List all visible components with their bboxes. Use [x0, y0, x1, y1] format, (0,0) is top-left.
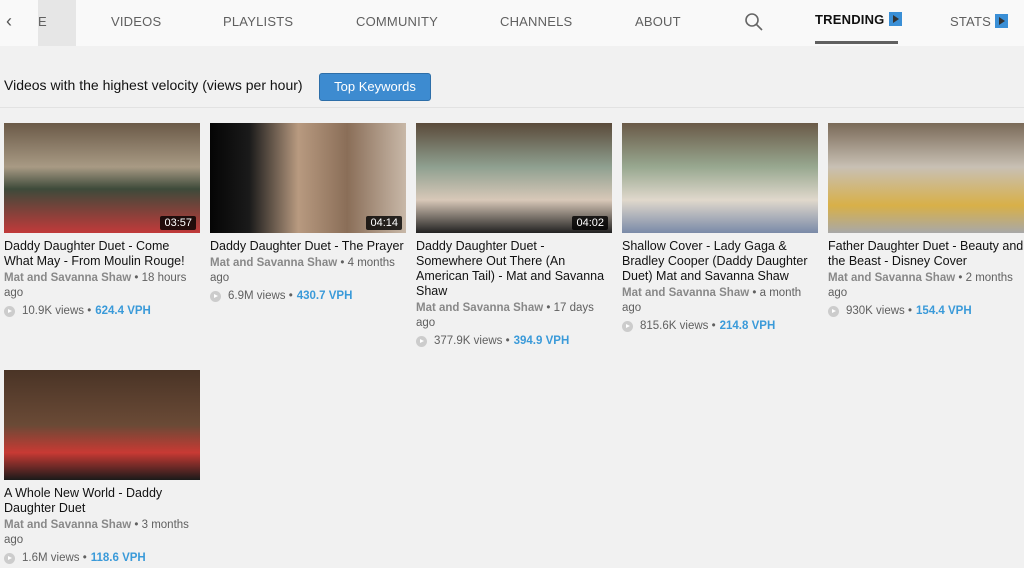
video-card[interactable]: 03:57 Daddy Daughter Duet - Come What Ma… — [4, 123, 200, 317]
view-count: 1.6M views • — [22, 552, 87, 564]
video-card[interactable]: Shallow Cover - Lady Gaga & Bradley Coop… — [622, 123, 818, 332]
video-title[interactable]: A Whole New World - Daddy Daughter Duet — [4, 486, 200, 516]
play-circle-icon — [4, 552, 15, 564]
vph-value: 214.8 VPH — [719, 320, 776, 332]
tab-channels[interactable]: CHANNELS — [500, 14, 572, 29]
video-card[interactable]: 04:02 Daddy Daughter Duet - Somewhere Ou… — [416, 123, 612, 347]
video-title[interactable]: Father Daughter Duet - Beauty and the Be… — [828, 239, 1024, 269]
tab-trending-label: TRENDING — [815, 12, 885, 27]
video-duration: 04:14 — [366, 216, 402, 230]
vph-value: 430.7 VPH — [296, 290, 353, 302]
channel-nav: ‹ E VIDEOS PLAYLISTS COMMUNITY CHANNELS … — [0, 0, 1024, 46]
video-thumbnail[interactable] — [4, 370, 200, 480]
view-count: 377.9K views • — [434, 335, 510, 347]
video-stats: 10.9K views • 624.4 VPH — [4, 305, 200, 317]
video-card[interactable]: A Whole New World - Daddy Daughter Duet … — [4, 370, 200, 564]
video-thumbnail[interactable]: 04:02 — [416, 123, 612, 233]
play-circle-icon — [622, 320, 633, 332]
video-duration: 03:57 — [160, 216, 196, 230]
top-keywords-button[interactable]: Top Keywords — [319, 73, 431, 101]
video-duration: 04:02 — [572, 216, 608, 230]
video-thumbnail[interactable]: 03:57 — [4, 123, 200, 233]
video-stats: 815.6K views • 214.8 VPH — [622, 320, 818, 332]
video-meta: Mat and Savanna Shaw • 3 months ago — [4, 518, 200, 548]
channel-name[interactable]: Mat and Savanna Shaw — [4, 272, 131, 284]
view-count: 10.9K views • — [22, 305, 92, 317]
video-meta: Mat and Savanna Shaw • a month ago — [622, 286, 818, 316]
video-title[interactable]: Daddy Daughter Duet - The Prayer — [210, 239, 406, 254]
video-meta: Mat and Savanna Shaw • 2 months ago — [828, 271, 1024, 301]
video-title[interactable]: Shallow Cover - Lady Gaga & Bradley Coop… — [622, 239, 818, 284]
video-stats: 6.9M views • 430.7 VPH — [210, 290, 406, 302]
video-stats: 1.6M views • 118.6 VPH — [4, 552, 200, 564]
vph-value: 394.9 VPH — [513, 335, 570, 347]
tab-stats[interactable]: STATS — [950, 14, 1008, 29]
video-title[interactable]: Daddy Daughter Duet - Somewhere Out Ther… — [416, 239, 612, 299]
play-circle-icon — [828, 305, 839, 317]
tab-about[interactable]: ABOUT — [635, 14, 681, 29]
video-thumbnail[interactable] — [828, 123, 1024, 233]
channel-name[interactable]: Mat and Savanna Shaw — [4, 519, 131, 531]
play-badge-icon — [994, 14, 1008, 28]
video-stats: 930K views • 154.4 VPH — [828, 305, 1024, 317]
section-heading: Videos with the highest velocity (views … — [4, 77, 303, 93]
channel-name[interactable]: Mat and Savanna Shaw — [416, 302, 543, 314]
channel-name[interactable]: Mat and Savanna Shaw — [210, 257, 337, 269]
chevron-left-icon[interactable]: ‹ — [6, 11, 12, 32]
play-badge-icon — [888, 12, 902, 26]
vph-value: 118.6 VPH — [90, 552, 146, 564]
video-meta: Mat and Savanna Shaw • 4 months ago — [210, 256, 406, 286]
play-circle-icon — [416, 335, 427, 347]
tab-stats-label: STATS — [950, 14, 991, 29]
play-circle-icon — [4, 305, 15, 317]
tab-videos[interactable]: VIDEOS — [111, 14, 161, 29]
view-count: 815.6K views • — [640, 320, 716, 332]
channel-name[interactable]: Mat and Savanna Shaw — [622, 287, 749, 299]
vph-value: 154.4 VPH — [916, 305, 972, 317]
tab-playlists[interactable]: PLAYLISTS — [223, 14, 293, 29]
tab-trending[interactable]: TRENDING — [815, 12, 902, 27]
video-meta: Mat and Savanna Shaw • 17 days ago — [416, 301, 612, 331]
video-meta: Mat and Savanna Shaw • 18 hours ago — [4, 271, 200, 301]
view-count: 930K views • — [846, 305, 913, 317]
search-icon[interactable] — [744, 12, 764, 32]
video-title[interactable]: Daddy Daughter Duet - Come What May - Fr… — [4, 239, 200, 269]
view-count: 6.9M views • — [228, 290, 293, 302]
tab-partial[interactable]: E — [38, 14, 47, 29]
tab-community[interactable]: COMMUNITY — [356, 14, 438, 29]
vph-value: 624.4 VPH — [95, 305, 151, 317]
video-stats: 377.9K views • 394.9 VPH — [416, 335, 612, 347]
video-thumbnail[interactable] — [622, 123, 818, 233]
divider — [0, 107, 1024, 108]
play-circle-icon — [210, 290, 221, 302]
video-card[interactable]: Father Daughter Duet - Beauty and the Be… — [828, 123, 1024, 317]
video-card[interactable]: 04:14 Daddy Daughter Duet - The Prayer M… — [210, 123, 406, 302]
channel-name[interactable]: Mat and Savanna Shaw — [828, 272, 955, 284]
video-thumbnail[interactable]: 04:14 — [210, 123, 406, 233]
active-tab-indicator — [815, 41, 898, 44]
